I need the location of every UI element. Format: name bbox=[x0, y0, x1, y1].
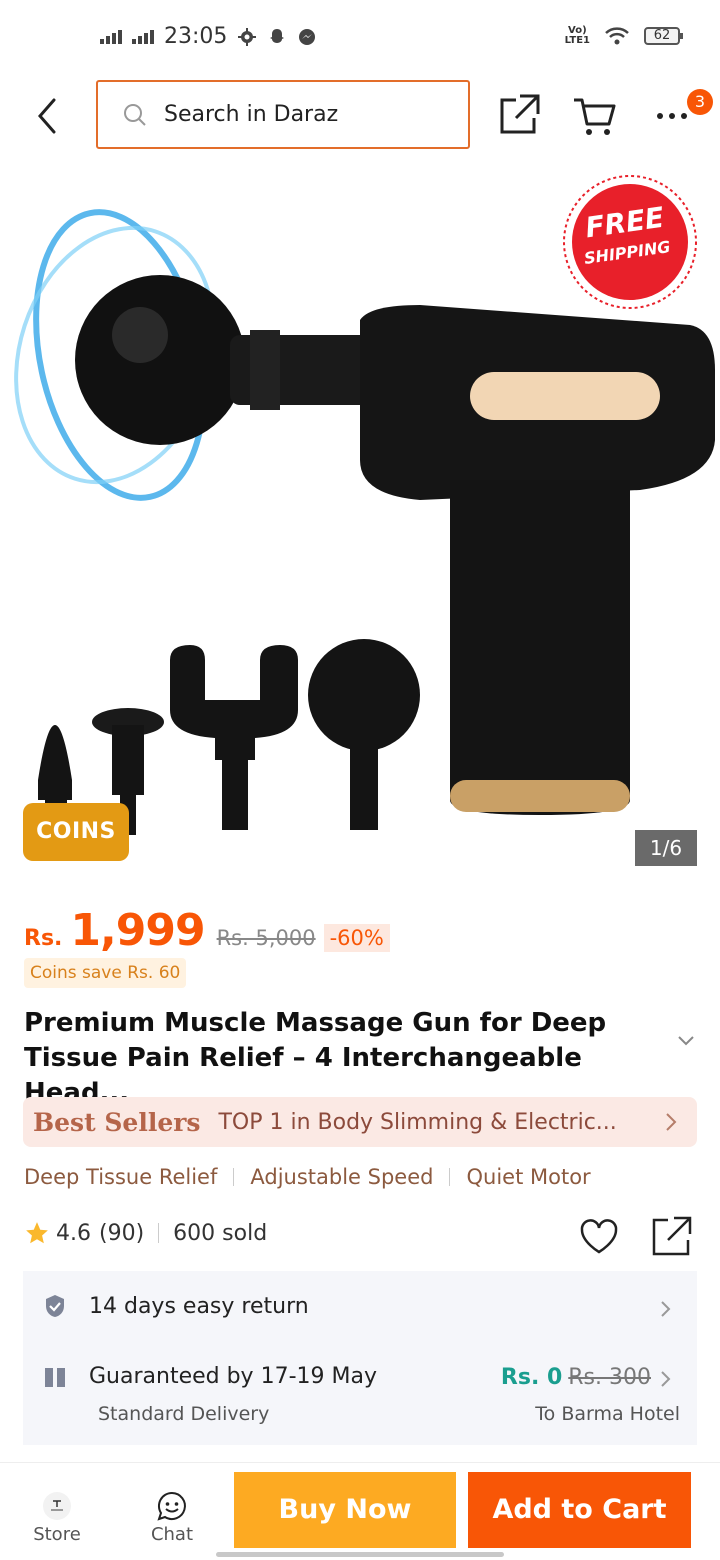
chevron-right-icon bbox=[666, 1113, 677, 1131]
battery-icon: 62 bbox=[644, 27, 683, 45]
best-sellers-banner[interactable]: Best Sellers TOP 1 in Body Slimming & El… bbox=[23, 1097, 697, 1147]
delivery-destination: To Barma Hotel bbox=[535, 1403, 680, 1425]
home-indicator bbox=[216, 1552, 504, 1557]
search-icon bbox=[124, 103, 146, 126]
feature-tags: Deep Tissue Relief Adjustable Speed Quie… bbox=[24, 1165, 591, 1189]
package-icon bbox=[45, 1367, 65, 1387]
share-icon[interactable] bbox=[650, 1214, 694, 1258]
search-bar[interactable]: Search in Daraz bbox=[96, 80, 470, 149]
divider bbox=[449, 1168, 451, 1186]
coins-tag: COINS bbox=[23, 803, 129, 861]
rating-row[interactable]: 4.6 (90) 600 sold bbox=[24, 1220, 267, 1246]
delivery-type: Standard Delivery bbox=[98, 1403, 270, 1425]
product-image-carousel[interactable]: FREE SHIPPING bbox=[0, 160, 720, 880]
best-sellers-text: TOP 1 in Body Slimming & Electric... bbox=[218, 1109, 617, 1135]
star-icon bbox=[26, 1222, 48, 1244]
best-sellers-logo: Best Sellers bbox=[33, 1107, 201, 1137]
volte-icon: Vo) LTE1 bbox=[564, 25, 590, 46]
cart-count-badge: 3 bbox=[687, 89, 713, 115]
rating-count: (90) bbox=[99, 1220, 145, 1246]
rating-score: 4.6 bbox=[56, 1220, 91, 1246]
status-right: Vo) LTE1 62 bbox=[564, 25, 683, 46]
currency-label: Rs. bbox=[24, 926, 63, 951]
coins-save-badge: Coins save Rs. 60 bbox=[24, 958, 187, 988]
feature-tag: Deep Tissue Relief bbox=[24, 1165, 218, 1189]
status-bar: 23:05 Vo) LTE1 62 bbox=[0, 0, 720, 76]
snapchat-icon bbox=[270, 28, 285, 43]
feature-tag: Quiet Motor bbox=[466, 1165, 591, 1189]
store-logo-icon bbox=[43, 1492, 71, 1520]
chat-label: Chat bbox=[150, 1524, 194, 1545]
store-tab[interactable]: Store bbox=[17, 1490, 97, 1545]
delivery-text: Guaranteed by 17-19 May bbox=[89, 1364, 377, 1389]
delivery-fee-old: Rs. 300 bbox=[568, 1365, 651, 1390]
delivery-fee: Rs. 0 Rs. 300 bbox=[501, 1365, 651, 1390]
network-label: LTE1 bbox=[564, 35, 590, 46]
image-pager: 1/6 bbox=[635, 830, 697, 866]
wifi-icon bbox=[605, 27, 629, 45]
status-time: 23:05 bbox=[164, 24, 228, 49]
return-policy-row[interactable]: 14 days easy return bbox=[43, 1293, 309, 1319]
divider bbox=[233, 1168, 235, 1186]
search-input[interactable]: Search in Daraz bbox=[164, 102, 338, 127]
delivery-row[interactable]: Guaranteed by 17-19 May bbox=[43, 1364, 377, 1389]
current-price: 1,999 bbox=[70, 905, 205, 956]
messenger-icon bbox=[299, 28, 316, 45]
product-title: Premium Muscle Massage Gun for Deep Tiss… bbox=[24, 1008, 607, 1108]
feature-tag: Adjustable Speed bbox=[250, 1165, 434, 1189]
chat-icon bbox=[157, 1491, 186, 1521]
buy-now-button[interactable]: Buy Now bbox=[234, 1472, 456, 1548]
cart-icon[interactable] bbox=[572, 92, 618, 138]
sold-count: 600 sold bbox=[173, 1220, 268, 1246]
shield-check-icon bbox=[46, 1295, 64, 1317]
back-arrow-icon[interactable] bbox=[30, 96, 66, 136]
chat-tab[interactable]: Chat bbox=[132, 1490, 212, 1545]
chevron-right-icon[interactable] bbox=[659, 1299, 673, 1319]
delivery-fee-new: Rs. 0 bbox=[500, 1365, 563, 1390]
price-row: Rs. 1,999 Rs. 5,000 -60% bbox=[24, 905, 390, 956]
original-price: Rs. 5,000 bbox=[216, 926, 316, 950]
wishlist-heart-icon[interactable] bbox=[578, 1216, 620, 1258]
divider bbox=[158, 1223, 160, 1243]
settings-gear-icon bbox=[238, 27, 257, 46]
return-text: 14 days easy return bbox=[89, 1293, 309, 1319]
service-box: 14 days easy return Guaranteed by 17-19 … bbox=[23, 1271, 697, 1445]
massage-gun-image: FREE SHIPPING bbox=[14, 175, 715, 835]
store-label: Store bbox=[33, 1524, 81, 1545]
signal-icon bbox=[100, 29, 122, 44]
chevron-down-icon[interactable] bbox=[676, 1030, 696, 1050]
share-icon[interactable] bbox=[496, 92, 542, 138]
discount-badge: -60% bbox=[323, 924, 390, 952]
chevron-right-icon[interactable] bbox=[659, 1369, 673, 1389]
add-to-cart-button[interactable]: Add to Cart bbox=[468, 1472, 691, 1548]
signal-icon-2 bbox=[132, 29, 154, 44]
status-left: 23:05 bbox=[100, 24, 317, 49]
